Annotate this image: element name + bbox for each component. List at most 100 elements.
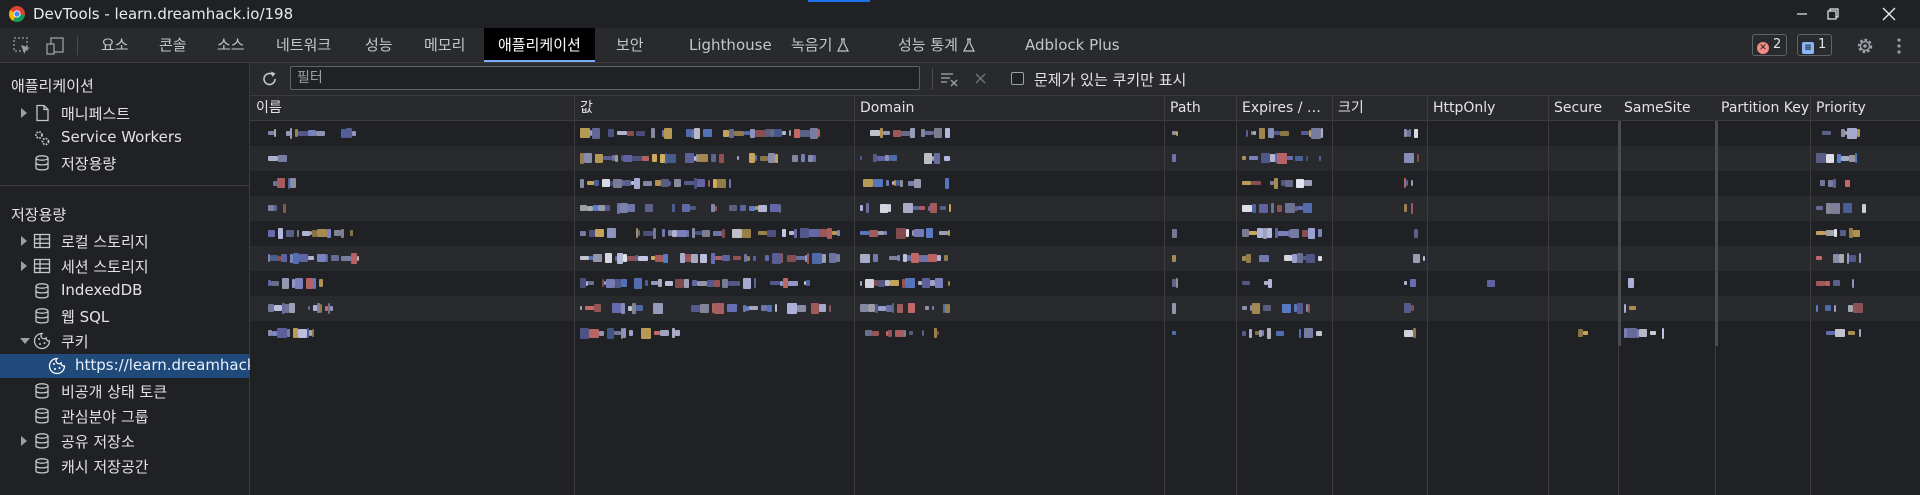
redacted-pixel-block	[1628, 278, 1634, 288]
more-options-button[interactable]	[1889, 36, 1909, 56]
redacted-pixel-block	[1246, 253, 1251, 263]
sidebar-item-storage[interactable]: 저장용량	[0, 151, 249, 175]
settings-button[interactable]	[1855, 36, 1875, 56]
tab-lighthouse[interactable]: Lighthouse	[689, 28, 772, 62]
redacted-pixel-block	[910, 128, 915, 138]
redacted-pixel-block	[308, 306, 310, 310]
expand-arrow-icon[interactable]	[21, 108, 27, 118]
column-header-value[interactable]: 값	[574, 96, 854, 120]
tab-sources[interactable]: 소스	[217, 28, 245, 62]
redacted-pixel-block	[330, 305, 333, 311]
redacted-pixel-block	[837, 230, 840, 236]
table-row[interactable]	[250, 271, 1920, 296]
column-header-path[interactable]: Path	[1164, 96, 1236, 120]
expand-arrow-icon[interactable]	[21, 236, 27, 246]
redacted-pixel-block	[1253, 131, 1256, 135]
redacted-pixel-block	[813, 154, 816, 162]
column-divider[interactable]	[1332, 96, 1333, 495]
cookie-filter-input[interactable]	[290, 66, 920, 90]
sidebar-item-session-storage[interactable]: 세션 스토리지	[0, 254, 249, 278]
redacted-pixel-block	[1826, 153, 1834, 163]
redacted-pixel-block	[865, 278, 874, 288]
sidebar-item-service-workers[interactable]: Service Workers	[0, 126, 249, 150]
messages-badge[interactable]: ≡ 1	[1797, 34, 1833, 56]
sidebar-item-private-state-tokens[interactable]: 비공개 상태 토큰	[0, 379, 249, 403]
sidebar-item-cookie-origin[interactable]: https://learn.dreamhack.io	[0, 354, 274, 378]
sidebar-item-label: 관심분야 그룹	[61, 408, 149, 426]
tab-adblock-plus[interactable]: Adblock Plus	[1025, 28, 1120, 62]
tab-console[interactable]: 콘솔	[159, 28, 187, 62]
table-row[interactable]	[250, 221, 1920, 246]
column-divider[interactable]	[854, 96, 855, 495]
column-divider[interactable]	[1715, 346, 1716, 495]
messages-count: 1	[1818, 37, 1827, 52]
tab-performance[interactable]: 성능	[365, 28, 393, 62]
sidebar-item-manifest[interactable]: 매니페스트	[0, 101, 249, 125]
sidebar-item-label: 매니페스트	[61, 105, 131, 123]
column-divider[interactable]	[1618, 346, 1619, 495]
tab-security[interactable]: 보안	[616, 28, 644, 62]
redacted-pixel-block	[1249, 156, 1258, 160]
column-header-expires[interactable]: Expires / M...	[1236, 96, 1332, 120]
column-header-size[interactable]: 크기	[1332, 96, 1427, 120]
column-divider[interactable]	[1548, 96, 1549, 495]
tab-memory[interactable]: 메모리	[424, 28, 465, 62]
delete-cookie-button[interactable]	[971, 69, 991, 89]
expand-arrow-icon[interactable]	[21, 261, 27, 271]
redacted-pixel-block	[868, 304, 875, 312]
column-header-httponly[interactable]: HttpOnly	[1427, 96, 1548, 120]
only-issues-checkbox[interactable]	[1011, 72, 1024, 85]
table-row[interactable]	[250, 296, 1920, 321]
sidebar-item-local-storage[interactable]: 로컬 스토리지	[0, 229, 249, 253]
close-window-button[interactable]	[1878, 3, 1900, 25]
sidebar-item-indexeddb[interactable]: IndexedDB	[0, 279, 249, 303]
device-toolbar-button[interactable]	[45, 36, 65, 56]
maximize-button[interactable]	[1822, 3, 1844, 25]
inspect-element-button[interactable]	[12, 36, 32, 56]
column-divider[interactable]	[1618, 121, 1621, 346]
clear-filtered-cookies-button[interactable]	[939, 69, 959, 89]
column-header-domain[interactable]: Domain	[854, 96, 1164, 120]
table-row[interactable]	[250, 121, 1920, 146]
tab-application[interactable]: 애플리케이션	[484, 28, 595, 62]
column-divider[interactable]	[1427, 96, 1428, 495]
sidebar-item-cookies[interactable]: 쿠키	[0, 329, 249, 353]
minimize-button[interactable]	[1791, 3, 1813, 25]
sidebar-item-shared-storage[interactable]: 공유 저장소	[0, 429, 249, 453]
column-header-priority[interactable]: Priority	[1810, 96, 1920, 120]
column-divider[interactable]	[1715, 121, 1718, 346]
refresh-button[interactable]	[260, 69, 280, 89]
collapse-arrow-icon[interactable]	[20, 338, 30, 344]
sidebar-item-interest-groups[interactable]: 관심분야 그룹	[0, 404, 249, 428]
cell-value-redacted	[580, 327, 680, 339]
redacted-pixel-block	[1259, 203, 1268, 213]
tab-performance-insights[interactable]: 성능 통계	[898, 28, 975, 62]
tab-elements[interactable]: 요소	[101, 28, 129, 62]
cell-size-redacted	[1404, 302, 1416, 314]
table-row[interactable]	[250, 246, 1920, 271]
column-divider[interactable]	[574, 96, 575, 495]
column-header-name[interactable]: 이름	[250, 96, 574, 120]
redacted-pixel-block	[1826, 230, 1834, 236]
column-header-secure[interactable]: Secure	[1548, 96, 1618, 120]
sidebar-item-web-sql[interactable]: 웹 SQL	[0, 304, 249, 328]
table-row[interactable]	[250, 146, 1920, 171]
redacted-pixel-block	[878, 279, 885, 287]
expand-arrow-icon[interactable]	[21, 436, 27, 446]
table-row[interactable]	[250, 321, 1920, 346]
tab-recorder[interactable]: 녹음기	[791, 28, 850, 62]
cell-path-redacted	[1172, 302, 1176, 314]
column-divider[interactable]	[1164, 96, 1165, 495]
table-row[interactable]	[250, 196, 1920, 221]
column-header-partition-key[interactable]: Partition Key	[1715, 96, 1810, 120]
redacted-pixel-block	[268, 229, 275, 237]
redacted-pixel-block	[884, 231, 887, 235]
errors-badge[interactable]: ✕ 2	[1752, 34, 1788, 56]
column-header-samesite[interactable]: SameSite	[1618, 96, 1715, 120]
table-icon	[33, 258, 51, 274]
sidebar-item-cache-storage[interactable]: 캐시 저장공간	[0, 454, 249, 478]
column-divider[interactable]	[1236, 96, 1237, 495]
tab-network[interactable]: 네트워크	[276, 28, 331, 62]
column-divider[interactable]	[1810, 96, 1811, 495]
table-row[interactable]	[250, 171, 1920, 196]
